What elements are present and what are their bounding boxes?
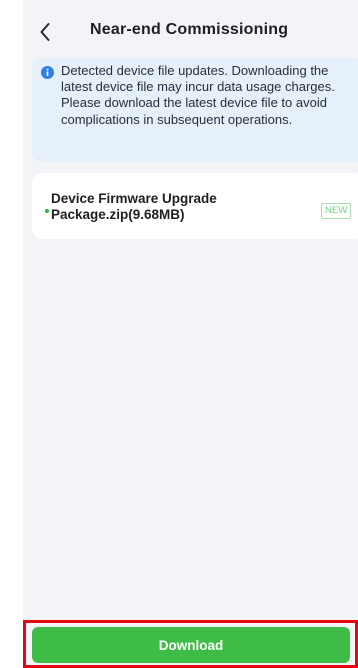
chevron-left-svg — [40, 23, 50, 41]
new-badge: NEW — [321, 203, 352, 219]
app-screen: Near-end Commissioning Detected device f… — [23, 0, 358, 668]
header: Near-end Commissioning — [23, 0, 358, 62]
file-card[interactable]: Device Firmware Upgrade Package.zip(9.68… — [32, 173, 358, 239]
download-button[interactable]: Download — [32, 627, 350, 663]
page-title: Near-end Commissioning — [90, 21, 289, 38]
bullet-dot — [45, 209, 49, 213]
file-name: Device Firmware Upgrade Package.zip(9.68… — [51, 191, 217, 222]
chevron-left-icon[interactable] — [35, 20, 55, 44]
info-icon — [41, 66, 54, 79]
notice-banner: Detected device file updates. Downloadin… — [32, 58, 358, 162]
notice-text: Detected device file updates. Downloadin… — [61, 63, 335, 127]
